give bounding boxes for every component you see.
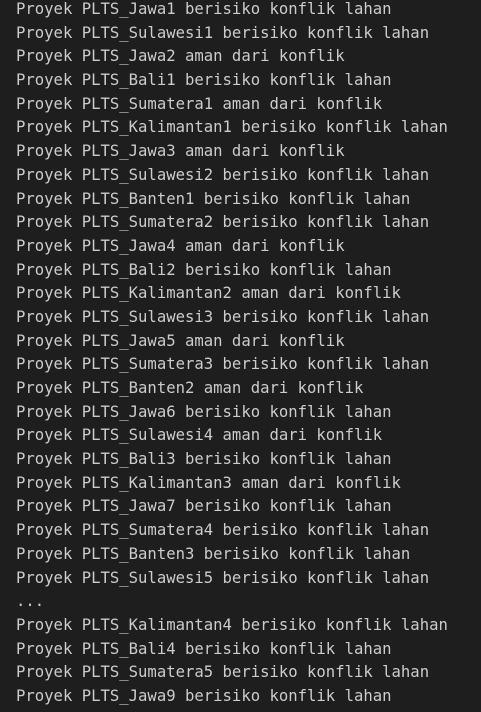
output-line: Proyek PLTS_Sumatera2 berisiko konflik l… bbox=[16, 213, 430, 232]
output-line: Proyek PLTS_Kalimantan4 berisiko konflik… bbox=[16, 615, 448, 634]
output-line: Proyek PLTS_Sulawesi4 aman dari konflik bbox=[16, 426, 383, 445]
output-line: Proyek PLTS_Sulawesi2 berisiko konflik l… bbox=[16, 165, 430, 184]
output-line: Proyek PLTS_Sumatera4 berisiko konflik l… bbox=[16, 521, 430, 540]
output-line: Proyek PLTS_Sulawesi1 berisiko konflik l… bbox=[16, 23, 430, 42]
output-line: Proyek PLTS_Kalimantan3 aman dari konfli… bbox=[16, 473, 401, 492]
output-line: Proyek PLTS_Kalimantan2 aman dari konfli… bbox=[16, 284, 401, 303]
output-line: Proyek PLTS_Sumatera1 aman dari konflik bbox=[16, 94, 383, 113]
output-line: Proyek PLTS_Banten2 aman dari konflik bbox=[16, 379, 364, 397]
output-line: Proyek PLTS_Sumatera3 berisiko konflik l… bbox=[16, 355, 430, 374]
output-line: Proyek PLTS_Bali4 berisiko konflik lahan bbox=[16, 639, 392, 658]
output-line: Proyek PLTS_Sumatera5 berisiko konflik l… bbox=[16, 663, 430, 682]
output-line: Proyek PLTS_Jawa2 aman dari konflik bbox=[16, 47, 345, 66]
output-line: Proyek PLTS_Banten3 berisiko konflik lah… bbox=[16, 544, 411, 563]
output-ellipsis: ... bbox=[16, 592, 45, 611]
output-line: Proyek PLTS_Jawa3 aman dari konflik bbox=[16, 142, 345, 161]
output-line: Proyek PLTS_Bali2 berisiko konflik lahan bbox=[16, 260, 392, 279]
output-line: Proyek PLTS_Jawa1 berisiko konflik lahan bbox=[16, 0, 392, 18]
output-line: Proyek PLTS_Jawa9 berisiko konflik lahan bbox=[16, 686, 392, 705]
output-line: Proyek PLTS_Sulawesi5 berisiko konflik l… bbox=[16, 568, 430, 587]
output-line: Proyek PLTS_Jawa4 aman dari konflik bbox=[16, 236, 345, 255]
output-line: Proyek PLTS_Jawa6 berisiko konflik lahan bbox=[16, 402, 392, 421]
output-line: Proyek PLTS_Kalimantan1 berisiko konflik… bbox=[16, 118, 448, 137]
output-line: Proyek PLTS_Sulawesi3 berisiko konflik l… bbox=[16, 307, 430, 326]
output-line: Proyek PLTS_Bali3 berisiko konflik lahan bbox=[16, 450, 392, 469]
output-line: Proyek PLTS_Bali1 berisiko konflik lahan bbox=[16, 71, 392, 90]
output-line: Proyek PLTS_Jawa7 berisiko konflik lahan bbox=[16, 497, 392, 516]
output-line: Proyek PLTS_Banten1 berisiko konflik lah… bbox=[16, 189, 411, 208]
terminal-output: Proyek PLTS_Jawa1 berisiko konflik lahan… bbox=[0, 0, 481, 710]
output-line: Proyek PLTS_Jawa5 aman dari konflik bbox=[16, 331, 345, 350]
